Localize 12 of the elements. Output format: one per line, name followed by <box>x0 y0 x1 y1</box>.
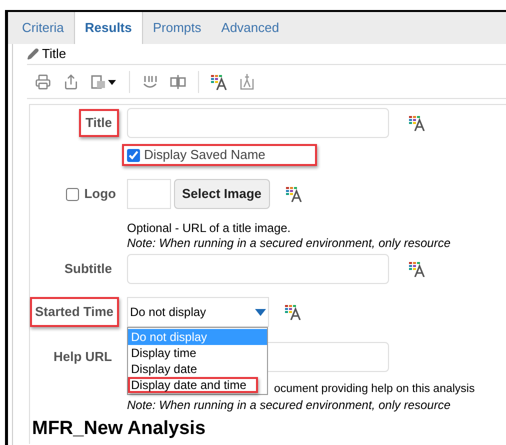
hint-text: Optional - URL of a title image. <box>127 221 292 236</box>
hint-text: ocument providing help on this analysis <box>274 382 475 397</box>
note-text: Note: When running in a secured environment, only resource <box>127 398 451 413</box>
field-label: Logo <box>84 185 116 204</box>
field-label: Title <box>78 109 119 137</box>
field-label: Help URL <box>52 348 113 366</box>
analysis-title: MFR_New Analysis <box>32 417 207 441</box>
checkbox-label: Display Saved Name <box>144 146 266 164</box>
field-label: Started Time <box>30 297 119 327</box>
field-label: Subtitle <box>63 260 113 278</box>
section-title: Title <box>42 44 66 63</box>
note-text: Note: When running in a secured environment, only resource <box>127 236 452 251</box>
